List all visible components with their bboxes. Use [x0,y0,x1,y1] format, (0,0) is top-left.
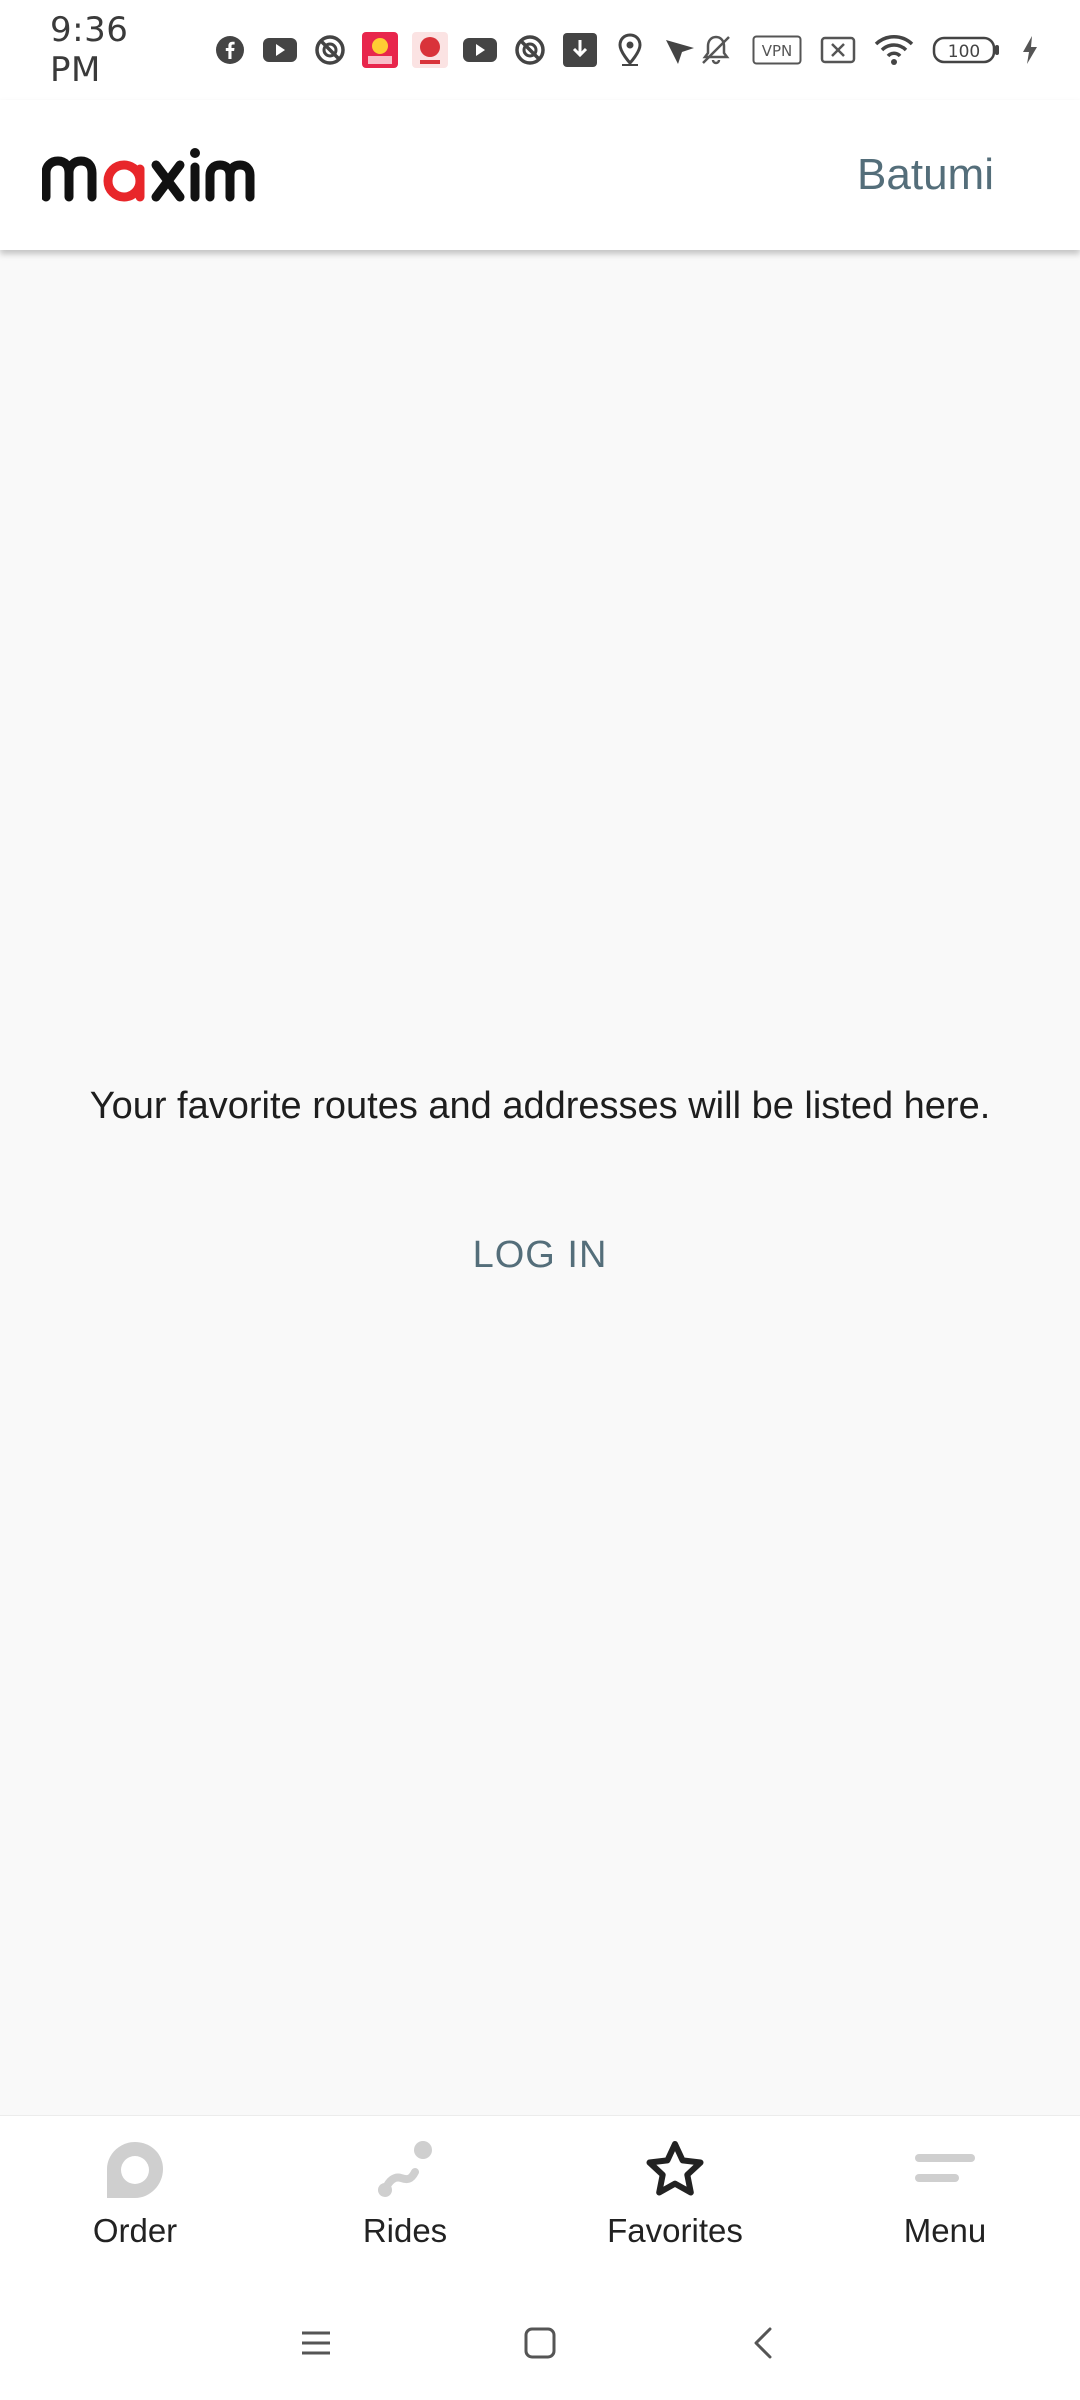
blocked-app-icon [312,32,348,68]
rides-icon [373,2138,437,2202]
nav-label-order: Order [92,2212,178,2249]
nav-label-favorites: Favorites [607,2212,743,2249]
back-icon[interactable] [742,2321,786,2365]
login-button[interactable]: LOG IN [440,1220,640,1290]
nav-item-order[interactable]: Order [0,2116,270,2285]
no-sim-icon [820,32,856,68]
youtube-icon [262,32,298,68]
battery-level: 100 [948,42,980,62]
maxim-logo: maxim [42,145,268,205]
empty-state-message: Your favorite routes and addresses will … [89,1085,991,1127]
youtube-icon [462,32,498,68]
wifi-icon [874,32,914,68]
blocked-app-icon [512,32,548,68]
mute-icon [698,32,734,68]
navigation-icon [662,32,698,68]
app-header: maxim Batumi [0,100,1080,250]
download-icon [562,32,598,68]
nav-item-menu[interactable]: Menu [810,2116,1080,2285]
nav-label-menu: Menu [903,2212,987,2249]
logo-icon [42,148,255,202]
favorites-content: Your favorite routes and addresses will … [0,250,1080,2115]
status-time: 9:36 PM [50,10,129,90]
nav-item-favorites[interactable]: Favorites [540,2116,810,2285]
vpn-label: VPN [762,42,793,60]
system-navigation-bar [0,2285,1080,2400]
battery-icon: 100 [932,32,1002,68]
recents-icon[interactable] [294,2321,338,2365]
city-selector[interactable]: Batumi [857,150,994,200]
vpn-icon: VPN [752,32,802,68]
system-status-icons: VPN 100 [698,32,1040,68]
nav-item-rides[interactable]: Rides [270,2116,540,2285]
order-icon [103,2138,167,2202]
location-icon [612,32,648,68]
charging-icon [1020,32,1040,68]
chinese-app-icon [412,32,448,68]
game-app-icon [362,32,398,68]
star-icon [643,2138,707,2202]
facebook-icon [212,32,248,68]
status-bar: 9:36 PM VPN 100 [0,0,1080,100]
menu-icon [913,2138,977,2202]
nav-label-rides: Rides [362,2212,448,2249]
home-icon[interactable] [518,2321,562,2365]
bottom-navigation: Order Rides Favorites Menu [0,2115,1080,2285]
notification-icons [212,32,698,68]
